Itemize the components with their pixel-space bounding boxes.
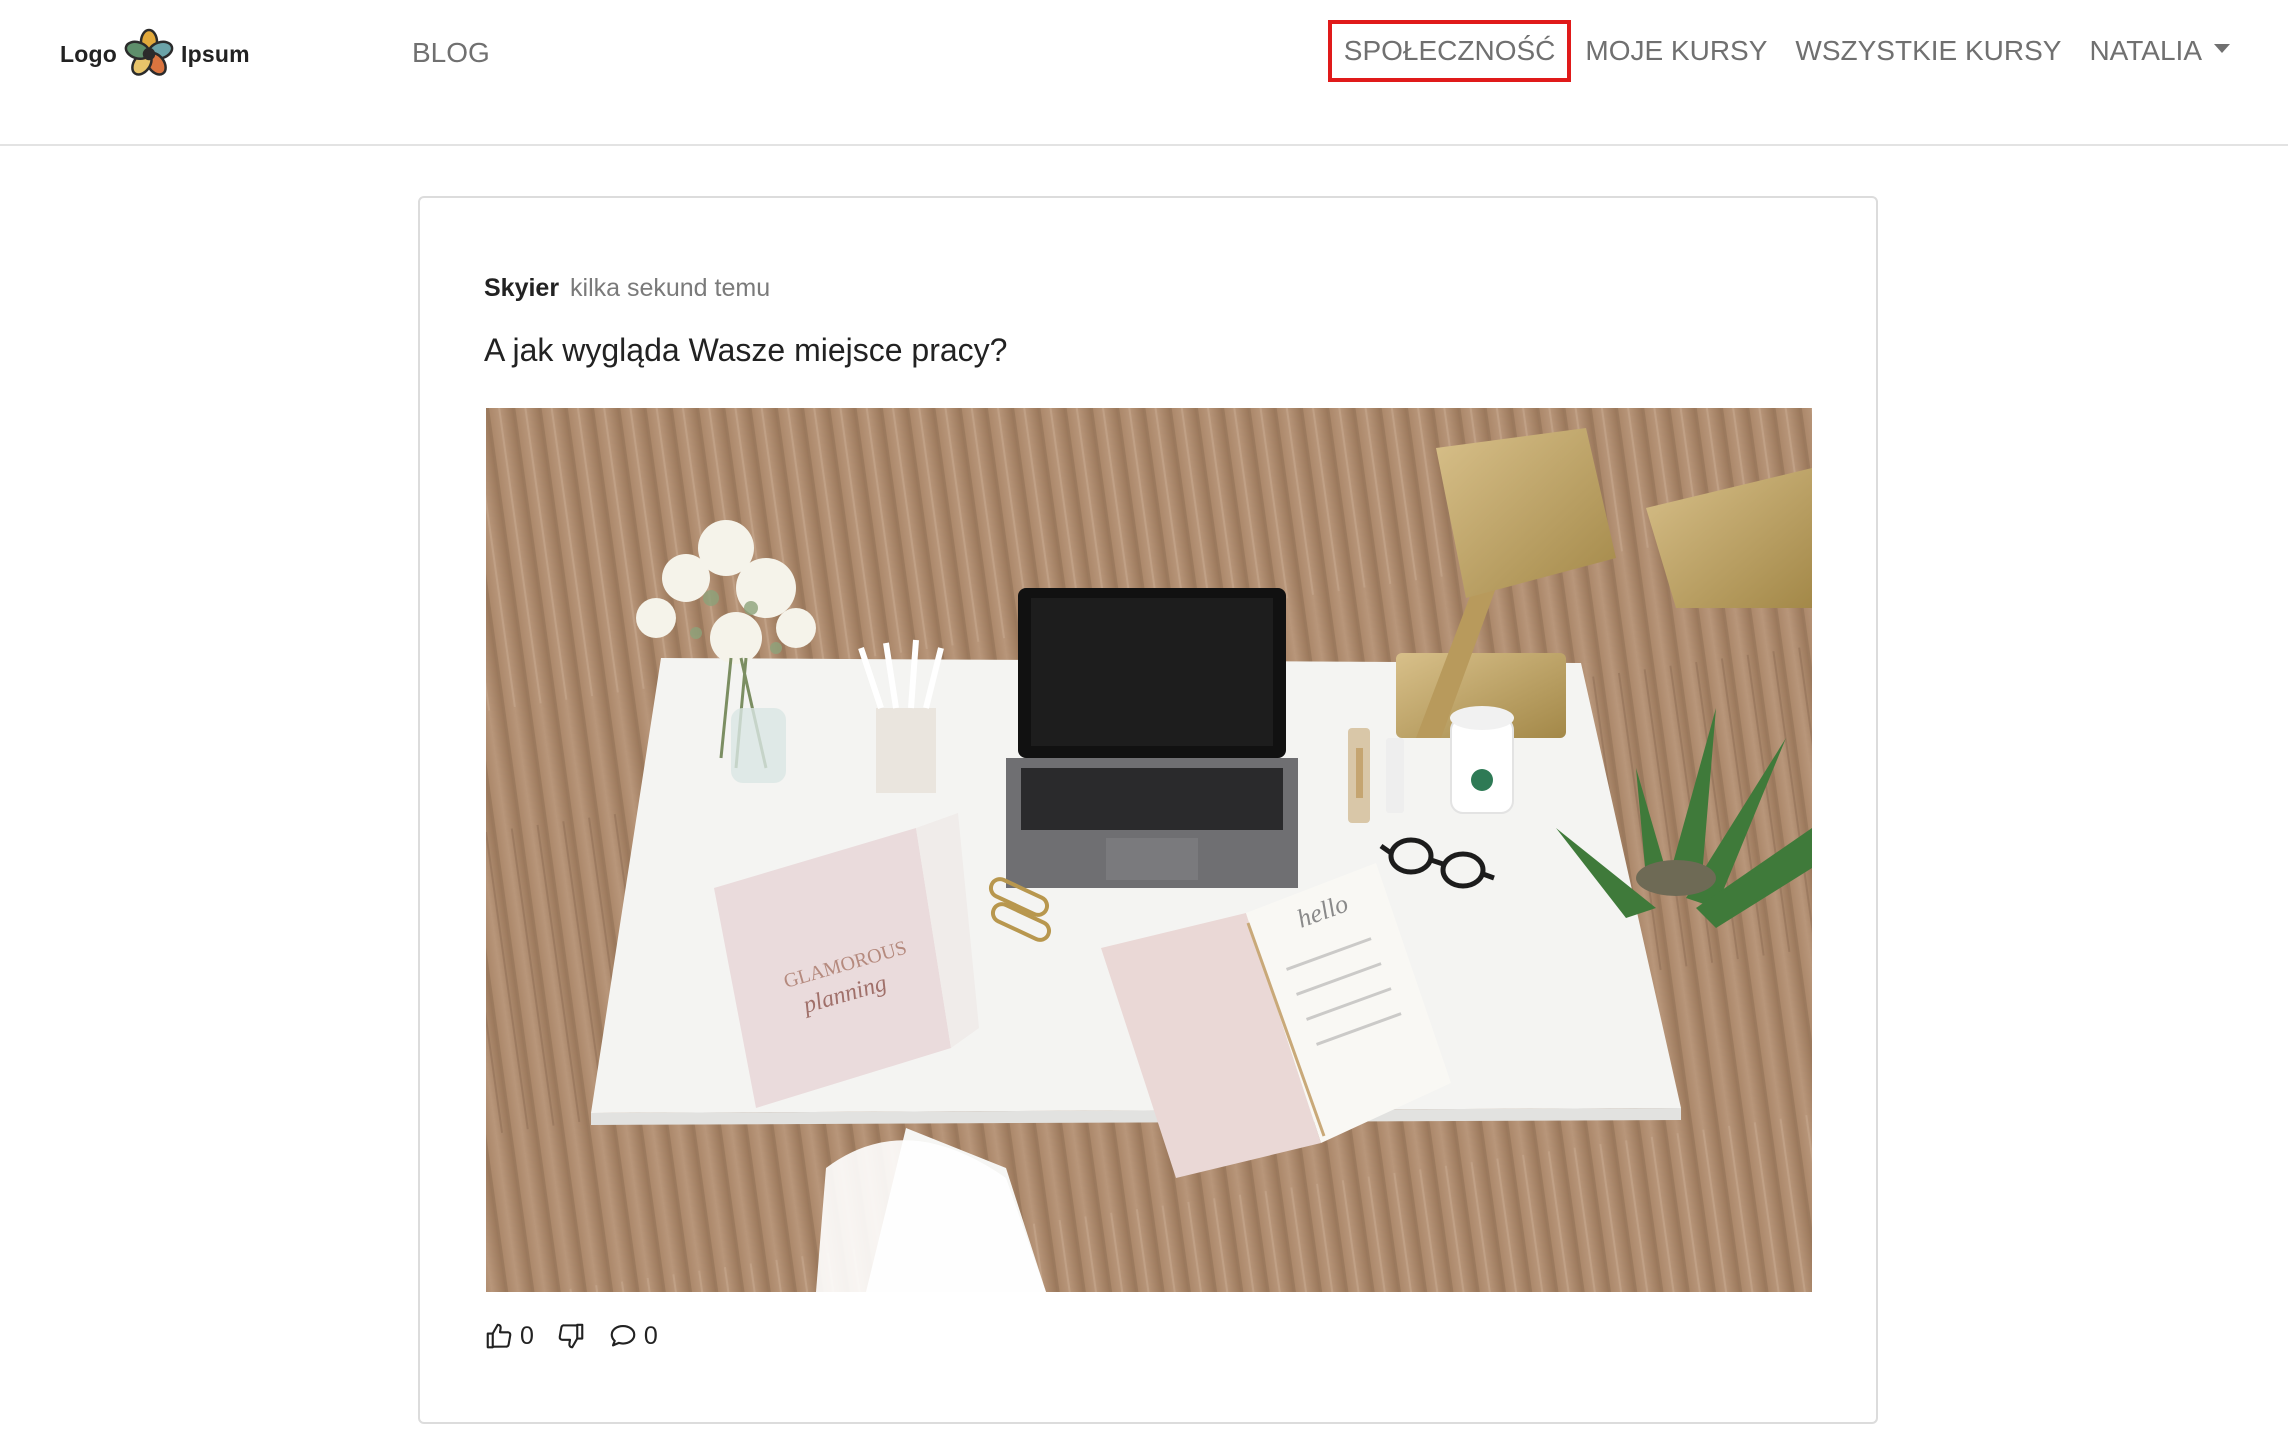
logo-text-right: Ipsum (181, 40, 250, 67)
nav-wszystkie-kursy[interactable]: WSZYSTKIE KURSY (1781, 20, 2075, 82)
flower-logo-icon (124, 28, 174, 76)
comment-count: 0 (643, 1321, 658, 1350)
nav-spolecznosc[interactable]: SPOŁECZNOŚĆ (1327, 20, 1572, 82)
post-meta: Skyier kilka sekund temu (484, 274, 770, 303)
user-menu-label: NATALIA (2089, 35, 2202, 66)
post-title: A jak wygląda Wasze miejsce pracy? (484, 332, 1008, 368)
site-header: Logo Ipsum BLOG SPOŁECZNOŚĆ MOJE KURSY W… (0, 0, 2288, 146)
dislike-button[interactable] (556, 1321, 586, 1351)
post-actions: 0 0 (484, 1316, 658, 1356)
user-menu[interactable]: NATALIA (2075, 20, 2244, 82)
post-author[interactable]: Skyier (484, 274, 559, 302)
main-nav: SPOŁECZNOŚĆ MOJE KURSY WSZYSTKIE KURSY N… (1327, 20, 2244, 82)
like-button[interactable]: 0 (484, 1321, 534, 1351)
site-logo[interactable]: Logo Ipsum (60, 26, 250, 82)
thumbs-down-icon (558, 1323, 584, 1349)
nav-moje-kursy[interactable]: MOJE KURSY (1571, 20, 1781, 82)
like-count: 0 (520, 1321, 534, 1350)
desk-photo-image: GLAMOROUS planning hello (486, 408, 1812, 1292)
chevron-down-icon (2214, 43, 2230, 53)
post-timestamp: kilka sekund temu (570, 274, 771, 302)
comment-icon (610, 1324, 636, 1347)
logo-text-left: Logo (60, 40, 117, 67)
comments-button[interactable]: 0 (608, 1321, 658, 1351)
nav-blog[interactable]: BLOG (412, 37, 490, 69)
post-card: Skyier kilka sekund temu A jak wygląda W… (418, 196, 1878, 1424)
thumbs-up-icon (486, 1323, 512, 1349)
